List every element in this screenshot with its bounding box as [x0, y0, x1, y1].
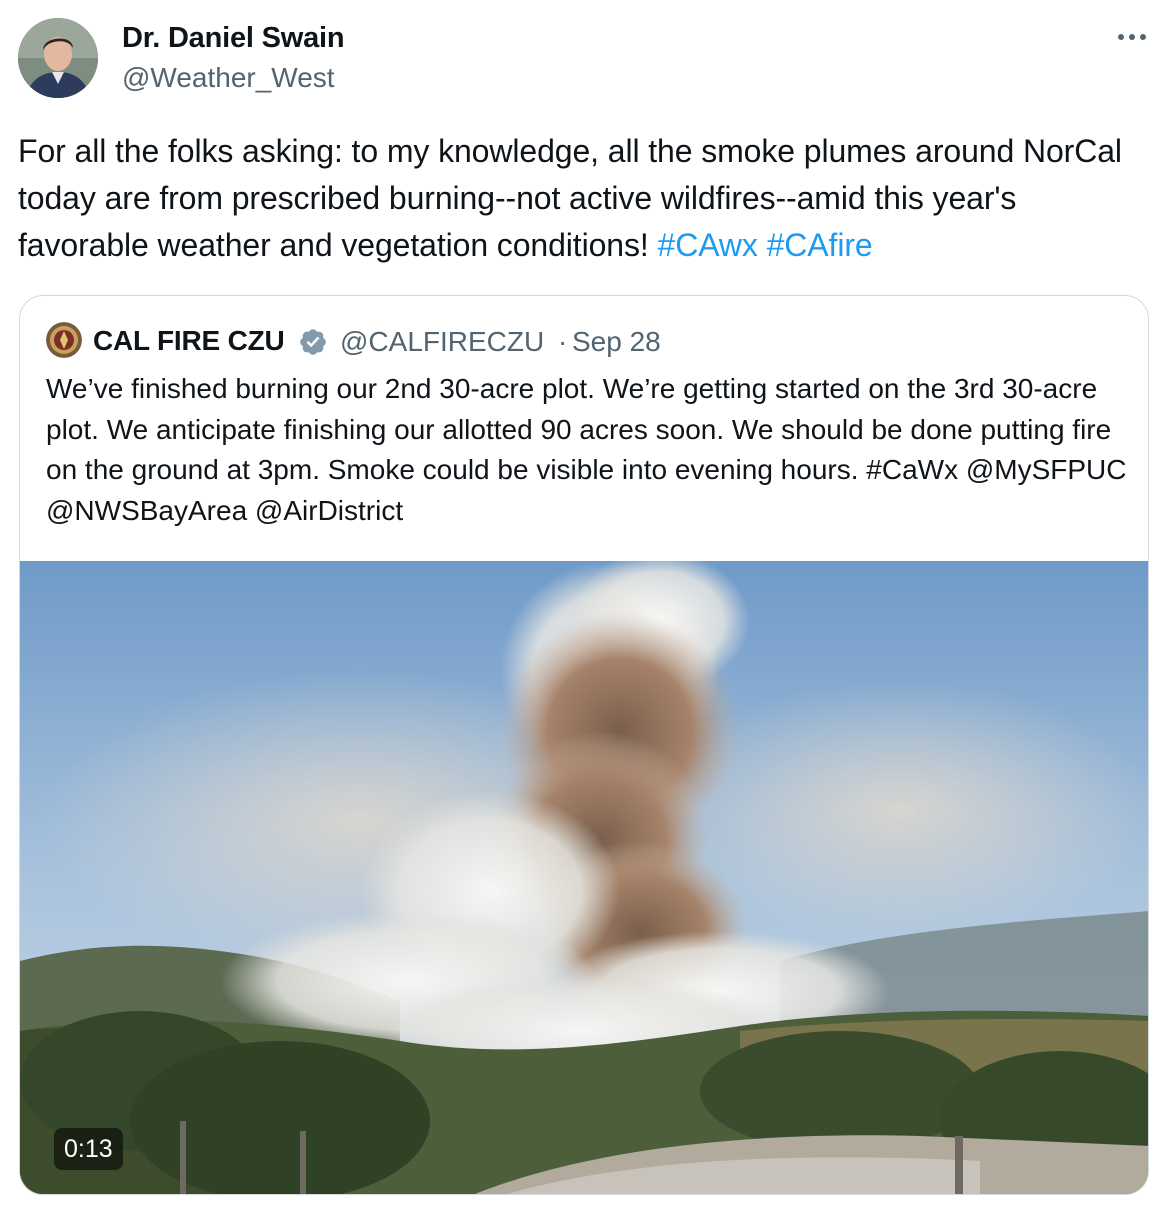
quote-text: We’ve finished burning our 2nd 30-acre p…	[46, 373, 1127, 526]
hashtag-link[interactable]: #CAfire	[767, 227, 873, 263]
person-avatar-icon	[18, 18, 98, 98]
cal-fire-logo-icon	[46, 322, 82, 358]
tweet-body: For all the folks asking: to my knowledg…	[18, 133, 1122, 263]
author-handle[interactable]: @Weather_West	[122, 62, 335, 94]
quoted-tweet[interactable]: CAL FIRE CZU @CALFIRECZU · Sep 28 We’ve …	[19, 295, 1149, 1195]
more-options-button[interactable]	[1112, 22, 1152, 52]
hashtag-link[interactable]: #CAwx	[658, 227, 758, 263]
author-name[interactable]: Dr. Daniel Swain	[122, 22, 345, 55]
tweet: Dr. Daniel Swain @Weather_West For all t…	[0, 0, 1158, 1210]
quote-author-name[interactable]: CAL FIRE CZU	[93, 325, 285, 357]
more-horizontal-icon	[1118, 34, 1146, 40]
quote-date[interactable]: Sep 28	[572, 326, 661, 358]
quote-author-handle[interactable]: @CALFIRECZU	[340, 326, 544, 358]
tweet-text: For all the folks asking: to my knowledg…	[18, 128, 1143, 269]
quote-avatar[interactable]	[46, 322, 82, 358]
separator-dot: ·	[558, 326, 568, 357]
smoke-plume-video-thumbnail	[20, 561, 1148, 1194]
video-duration-badge: 0:13	[54, 1128, 123, 1170]
verified-badge-icon	[298, 327, 328, 357]
author-avatar[interactable]	[18, 18, 98, 98]
video-player[interactable]: 0:13	[20, 561, 1148, 1194]
